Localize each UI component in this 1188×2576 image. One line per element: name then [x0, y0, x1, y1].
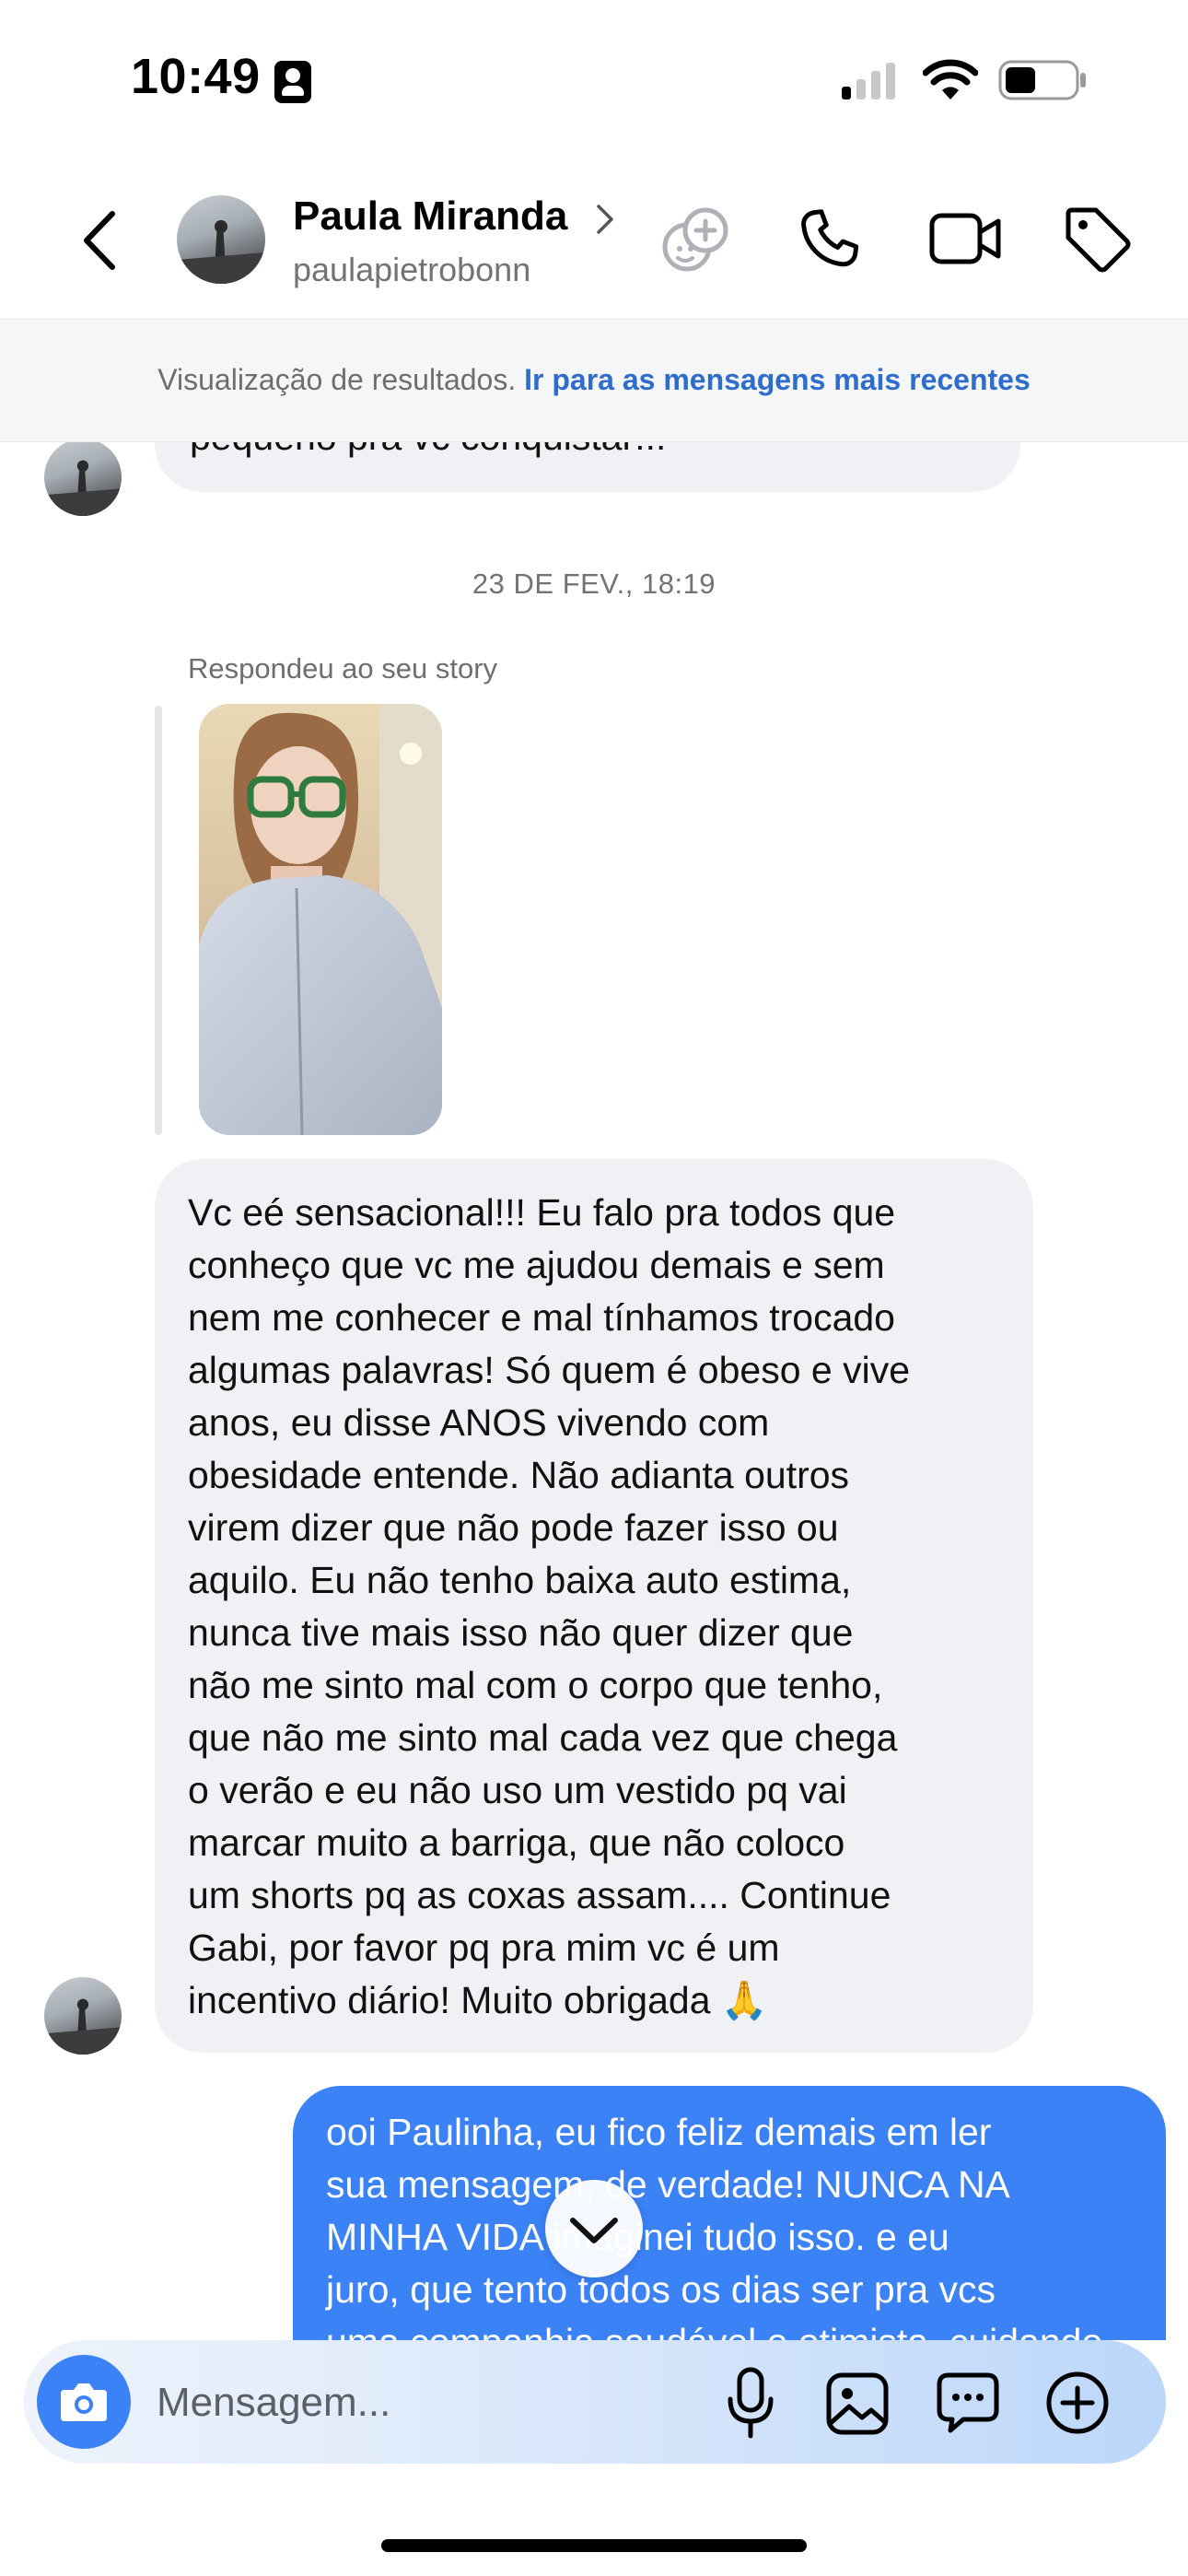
- cellular-signal-icon: [842, 63, 895, 100]
- message-bubble-sent-viewport: ooi Paulinha, eu fico feliz demais em le…: [293, 2086, 1166, 2340]
- message-line: conheço que vc me ajudou demais e sem: [188, 1244, 885, 1286]
- message-line: um shorts pq as coxas assam.... Continue: [188, 1874, 891, 1916]
- date-separator: 23 DE FEV., 18:19: [472, 568, 716, 600]
- jump-to-recent-link[interactable]: Ir para as mensagens mais recentes: [524, 363, 1031, 396]
- sticker-message-icon[interactable]: [936, 2370, 1000, 2436]
- message-text: ooi Paulinha, eu fico feliz demais em le…: [326, 2106, 1133, 2340]
- message-line: algumas palavras! Só quem é obeso e vive: [188, 1349, 911, 1391]
- contact-username[interactable]: paulapietrobonn: [293, 251, 530, 289]
- story-reply-label: Respondeu ao seu story: [188, 652, 498, 685]
- message-line: Gabi, por favor pq pra mim vc é um: [188, 1926, 780, 1969]
- message-line: o verão e eu não uso um vestido pq vai: [188, 1769, 847, 1811]
- contact-name[interactable]: Paula Miranda: [293, 193, 567, 240]
- video-camera-icon[interactable]: [928, 210, 1002, 267]
- focus-person-icon: [274, 61, 311, 103]
- home-indicator: [381, 2539, 807, 2552]
- message-line: incentivo diário! Muito obrigada 🙏: [188, 1979, 768, 2021]
- banner-text: Visualização de resultados.: [157, 363, 525, 396]
- message-bubble-received[interactable]: pequeno pra vc conquistar!!!: [155, 442, 1020, 492]
- sticker-add-icon[interactable]: [659, 205, 733, 275]
- reply-indicator-bar: [155, 706, 162, 1135]
- message-line: virem dizer que não pode fazer isso ou: [188, 1506, 839, 1549]
- battery-icon: [998, 60, 1086, 100]
- message-input[interactable]: [155, 2366, 674, 2440]
- chevron-down-icon: [570, 2218, 618, 2243]
- message-text: Vc eé sensacional!!! Eu falo pra todos q…: [188, 1187, 1000, 2027]
- message-line: Vc eé sensacional!!! Eu falo pra todos q…: [188, 1191, 896, 1234]
- message-line: MINHA VIDA imaginei tudo isso. e eu: [326, 2216, 949, 2258]
- message-line: que não me sinto mal cada vez que chega: [188, 1716, 898, 1759]
- scroll-to-bottom-button[interactable]: [545, 2180, 643, 2277]
- message-text: pequeno pra vc conquistar!!!: [190, 442, 985, 463]
- camera-button[interactable]: [37, 2355, 131, 2449]
- message-line: marcar muito a barriga, que não coloco: [188, 1821, 845, 1864]
- message-line: aquilo. Eu não tenho baixa auto estima,: [188, 1559, 852, 1601]
- microphone-icon[interactable]: [724, 2366, 777, 2441]
- message-line: nem me conhecer e mal tínhamos trocado: [188, 1296, 895, 1339]
- plus-circle-icon[interactable]: [1044, 2370, 1111, 2436]
- avatar[interactable]: [44, 1977, 122, 2055]
- avatar[interactable]: [44, 442, 122, 516]
- message-line: uma companhia saudável e otimista, cuida…: [326, 2316, 1133, 2340]
- message-line: anos, eu disse ANOS vivendo com: [188, 1401, 770, 1444]
- message-line: não me sinto mal com o corpo que tenho,: [188, 1664, 883, 1706]
- message-bubble-sent[interactable]: ooi Paulinha, eu fico feliz demais em le…: [293, 2086, 1166, 2340]
- message-line: obesidade entende. Não adianta outros: [188, 1454, 850, 1496]
- message-line: nunca tive mais isso não quer dizer que: [188, 1611, 854, 1654]
- phone-icon[interactable]: [796, 205, 864, 273]
- message-line: sua mensagem, de verdade! NUNCA NA: [326, 2163, 1010, 2206]
- wifi-icon: [923, 59, 978, 100]
- message-bubble-received[interactable]: Vc eé sensacional!!! Eu falo pra todos q…: [155, 1159, 1033, 2053]
- gallery-icon[interactable]: [825, 2371, 890, 2436]
- chevron-right-icon[interactable]: [593, 203, 617, 236]
- search-results-banner: Visualização de resultados. Ir para as m…: [0, 319, 1188, 442]
- camera-icon: [61, 2383, 107, 2421]
- avatar[interactable]: [177, 195, 265, 284]
- tag-icon[interactable]: [1063, 205, 1133, 275]
- back-chevron-icon[interactable]: [76, 208, 122, 273]
- message-line: juro, que tento todos os dias ser pra vc…: [326, 2268, 996, 2311]
- story-thumbnail[interactable]: [199, 704, 442, 1135]
- message-line: ooi Paulinha, eu fico feliz demais em le…: [326, 2111, 992, 2153]
- status-time: 10:49: [131, 49, 261, 104]
